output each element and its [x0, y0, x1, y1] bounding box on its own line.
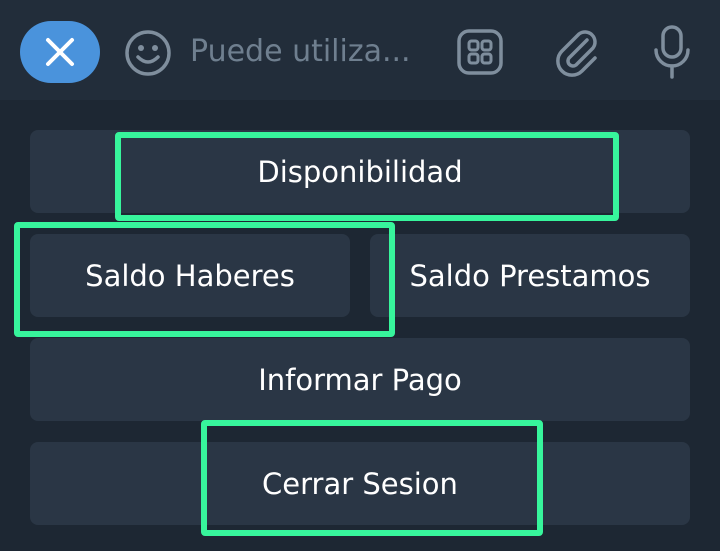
- keyboard-button-saldo-haberes[interactable]: Saldo Haberes: [30, 234, 350, 317]
- bot-reply-keyboard: Disponibilidad Saldo Haberes Saldo Prest…: [0, 100, 720, 551]
- attach-button[interactable]: [552, 25, 602, 79]
- close-keyboard-button[interactable]: [20, 21, 100, 83]
- emoji-button[interactable]: [122, 27, 174, 79]
- keyboard-button-cerrar-sesion[interactable]: Cerrar Sesion: [30, 442, 690, 525]
- bot-commands-button[interactable]: [455, 27, 505, 77]
- smiley-icon: [125, 30, 171, 76]
- keyboard-button-informar-pago[interactable]: Informar Pago: [30, 338, 690, 421]
- message-input[interactable]: [188, 24, 442, 78]
- microphone-button[interactable]: [648, 24, 696, 80]
- grid-icon: [457, 29, 503, 75]
- keyboard-button-disponibilidad[interactable]: Disponibilidad: [30, 130, 690, 213]
- keyboard-button-saldo-prestamos[interactable]: Saldo Prestamos: [370, 234, 690, 317]
- microphone-icon: [654, 25, 690, 79]
- close-icon: [46, 38, 74, 66]
- paperclip-icon: [556, 30, 597, 77]
- message-composer-bar: [0, 0, 720, 100]
